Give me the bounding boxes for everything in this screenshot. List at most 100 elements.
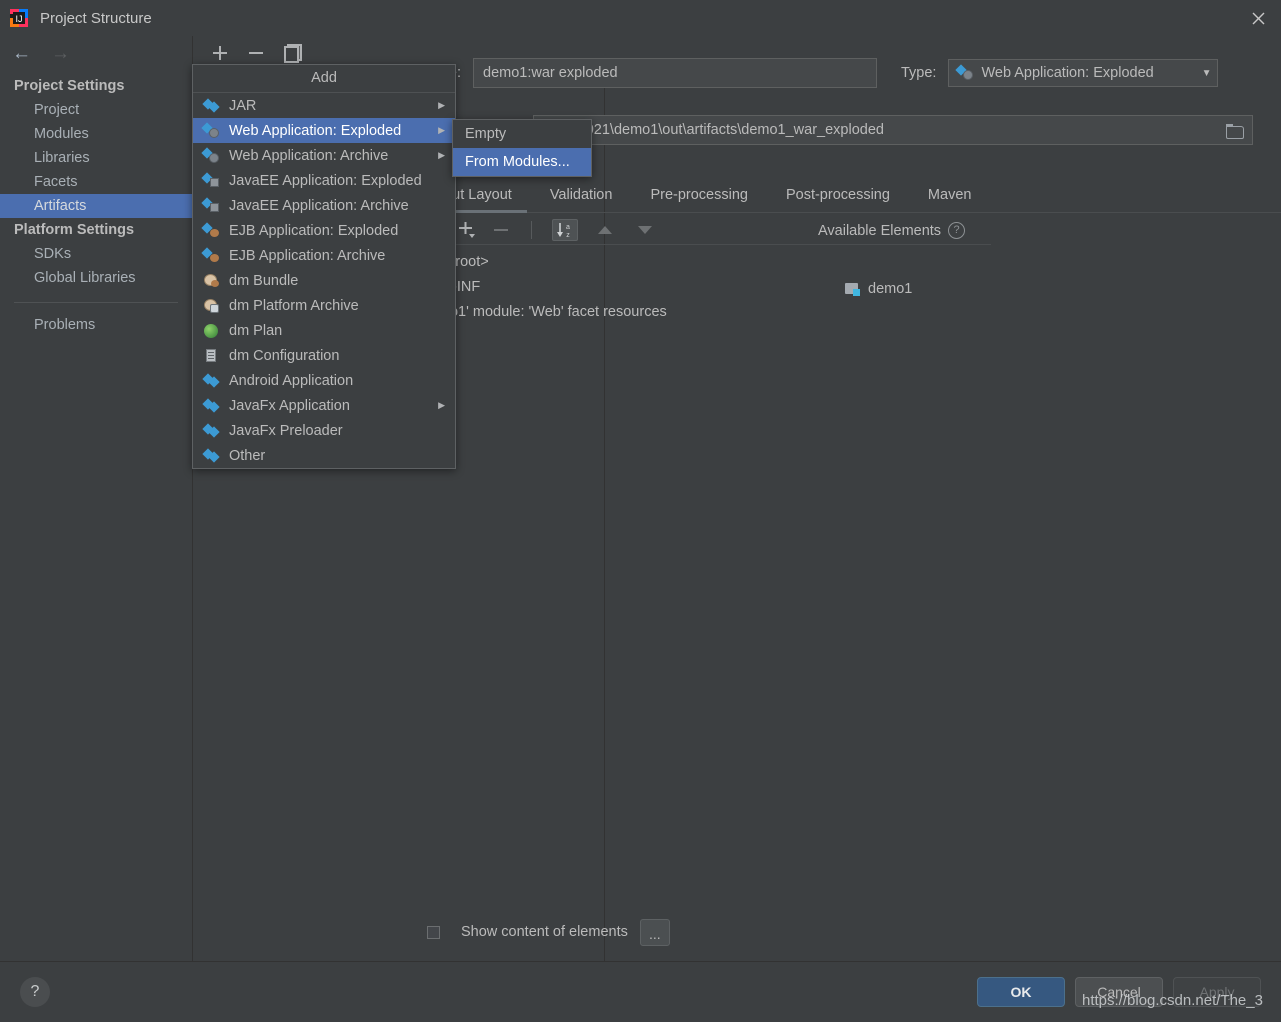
watermark-text: https://blog.csdn.net/The_3 [1082,992,1263,1009]
android-application-icon [203,373,220,389]
javafx-preloader-icon [203,423,220,439]
tab-maven[interactable]: Maven [909,182,991,212]
menu-item-label: JavaEE Application: Archive [229,197,409,214]
artifact-type-select[interactable]: Web Application: Exploded ▼ [948,59,1219,87]
tree-row[interactable]: 'demo1' module: 'Web' facet resources [419,299,979,324]
sidebar-group-project-settings: Project Settings [14,78,125,94]
menu-item-javaee-application-archive[interactable]: JavaEE Application: Archive [193,193,455,218]
triangle-up-icon[interactable] [598,226,612,234]
menu-item-label: JavaFx Application [229,397,350,414]
chevron-right-icon: ▶ [438,400,445,410]
artifact-name-input[interactable]: demo1:war exploded [473,58,877,88]
sidebar-divider [14,302,178,303]
jar-icon [203,98,220,114]
menu-item-dm-platform-archive[interactable]: dm Platform Archive [193,293,455,318]
dm-plan-icon [203,323,220,339]
module-icon [845,282,861,296]
ejb-application-icon [203,223,220,239]
copy-icon[interactable] [283,44,302,63]
menu-item-dm-plan[interactable]: dm Plan [193,318,455,343]
window-title: Project Structure [40,9,152,27]
available-elements-header: Available Elements ? [818,222,966,239]
list-item[interactable]: demo1 [845,276,912,301]
settings-sidebar: ← → Project Settings Project Modules Lib… [0,36,193,961]
menu-item-javafx-preloader[interactable]: JavaFx Preloader [193,418,455,443]
sidebar-item-modules[interactable]: Modules [0,122,192,146]
artifact-type-value: Web Application: Exploded [981,65,1154,81]
menu-item-dm-bundle[interactable]: dm Bundle [193,268,455,293]
folder-icon[interactable] [1226,123,1244,139]
minus-icon[interactable] [247,44,265,62]
chevron-right-icon: ▶ [438,125,445,135]
arrow-right-icon[interactable]: → [51,44,70,63]
sidebar-list: Project Settings Project Modules Librari… [0,70,192,337]
project-structure-dialog: IJ Project Structure ← → Project Setting… [0,0,1281,1022]
tree-row[interactable]: utput root> [419,249,979,274]
add-artifact-menu: Add JAR ▶ Web Application: Exploded ▶ We… [192,64,456,469]
submenu-item-label: From Modules... [465,154,570,170]
menu-item-label: EJB Application: Archive [229,247,386,264]
submenu-item-empty[interactable]: Empty [453,120,591,148]
sidebar-item-facets[interactable]: Facets [0,170,192,194]
sidebar-item-global-libraries[interactable]: Global Libraries [0,266,192,290]
menu-item-label: JavaFx Preloader [229,422,343,439]
menu-item-ejb-application-exploded[interactable]: EJB Application: Exploded [193,218,455,243]
show-content-checkbox[interactable] [427,925,440,939]
ok-button[interactable]: OK [977,977,1065,1007]
output-layout-footer: Show content of elements ... [413,903,1281,961]
menu-item-other[interactable]: Other [193,443,455,468]
toolbar-underline [421,244,991,245]
sidebar-item-problems[interactable]: Problems [0,313,192,337]
tab-post-processing[interactable]: Post-processing [767,182,909,212]
dm-platform-archive-icon [203,298,220,314]
help-button[interactable]: ? [20,977,50,1007]
tab-pre-processing[interactable]: Pre-processing [631,182,767,212]
javaee-application-icon [203,198,220,214]
minus-icon[interactable] [491,220,511,240]
menu-item-label: dm Platform Archive [229,297,359,314]
close-icon[interactable] [1235,0,1281,36]
chevron-right-icon: ▶ [438,100,445,110]
web-application-exploded-submenu: Empty From Modules... [452,119,592,177]
dm-configuration-icon [203,348,220,364]
menu-item-jar[interactable]: JAR ▶ [193,93,455,118]
artifact-tabs: utput Layout Validation Pre-processing P… [413,182,1281,213]
menu-item-label: JavaEE Application: Exploded [229,172,422,189]
available-element-label: demo1 [868,280,913,297]
menu-item-ejb-application-archive[interactable]: EJB Application: Archive [193,243,455,268]
sidebar-item-sdks[interactable]: SDKs [0,242,192,266]
menu-item-label: Other [229,447,266,464]
arrow-left-icon[interactable]: ← [12,44,31,63]
svg-text:IJ: IJ [15,14,22,24]
submenu-item-from-modules[interactable]: From Modules... [453,148,591,176]
plus-dropdown-icon[interactable] [457,220,477,240]
sidebar-item-artifacts[interactable]: Artifacts [0,194,192,218]
sidebar-item-project[interactable]: Project [0,98,192,122]
output-directory-value: \Java2021\demo1\out\artifacts\demo1_war_… [543,122,884,138]
chevron-right-icon: ▶ [438,150,445,160]
menu-item-web-application-archive[interactable]: Web Application: Archive ▶ [193,143,455,168]
menu-item-javafx-application[interactable]: JavaFx Application ▶ [193,393,455,418]
output-directory-input[interactable]: \Java2021\demo1\out\artifacts\demo1_war_… [533,115,1253,145]
question-mark-icon[interactable]: ? [948,222,966,239]
tab-validation[interactable]: Validation [531,182,632,212]
type-label: Type: [901,65,937,81]
menu-item-label: JAR [229,97,257,114]
available-elements-tree: demo1 [845,276,912,301]
menu-item-web-application-exploded[interactable]: Web Application: Exploded ▶ [193,118,455,143]
sidebar-item-libraries[interactable]: Libraries [0,146,192,170]
svg-text:z: z [566,232,570,239]
javaee-application-icon [203,173,220,189]
menu-item-label: Android Application [229,372,354,389]
web-application-icon [957,65,974,81]
sort-alphabetical-icon[interactable]: a z [552,219,578,241]
svg-text:a: a [566,224,570,231]
menu-item-android-application[interactable]: Android Application [193,368,455,393]
output-directory-row: \Java2021\demo1\out\artifacts\demo1_war_… [533,115,1253,145]
triangle-down-icon[interactable] [638,226,652,234]
menu-item-dm-configuration[interactable]: dm Configuration [193,343,455,368]
more-options-button[interactable]: ... [639,918,670,946]
menu-item-javaee-application-exploded[interactable]: JavaEE Application: Exploded [193,168,455,193]
plus-icon[interactable] [211,44,229,62]
show-content-label: Show content of elements [461,924,628,940]
